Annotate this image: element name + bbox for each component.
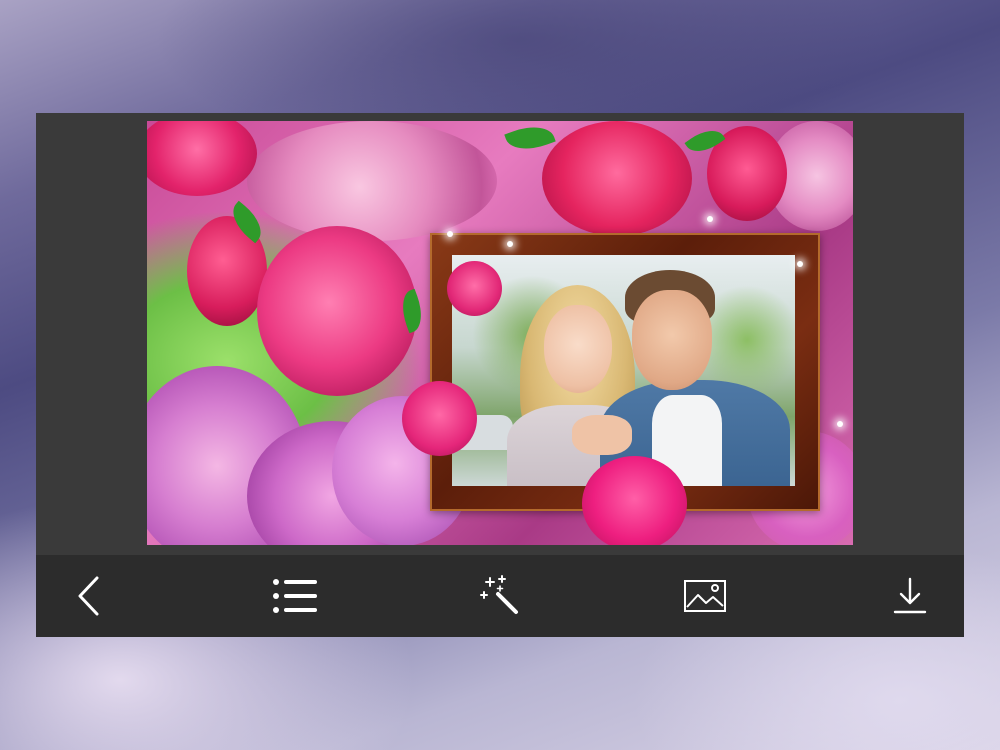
leaf-decoration [504, 121, 556, 158]
sparkle-decoration [447, 231, 453, 237]
rose-decoration [447, 261, 502, 316]
woman-face [544, 305, 612, 393]
download-icon [893, 577, 927, 614]
rose-decoration [582, 456, 687, 545]
gallery-button[interactable] [673, 564, 737, 628]
man-face [632, 290, 712, 390]
list-icon [273, 579, 317, 613]
image-icon [684, 580, 726, 612]
magic-wand-icon [480, 575, 518, 614]
woman-hand [572, 415, 632, 455]
photo-frame-canvas[interactable] [147, 121, 853, 545]
user-photo[interactable] [452, 255, 795, 486]
rose-decoration [402, 381, 477, 456]
menu-button[interactable] [263, 564, 327, 628]
bottom-toolbar [36, 555, 964, 637]
chevron-left-icon [78, 576, 99, 616]
editor-panel [36, 113, 964, 555]
sparkle-decoration [797, 261, 803, 267]
rose-decoration [542, 121, 692, 236]
effects-button[interactable] [468, 564, 532, 628]
flower-decoration [247, 121, 497, 241]
sparkle-decoration [837, 421, 843, 427]
download-button[interactable] [878, 564, 942, 628]
sparkle-decoration [507, 241, 513, 247]
back-button[interactable] [58, 564, 122, 628]
sparkle-decoration [707, 216, 713, 222]
rose-decoration [147, 121, 257, 196]
rose-decoration [257, 226, 417, 396]
